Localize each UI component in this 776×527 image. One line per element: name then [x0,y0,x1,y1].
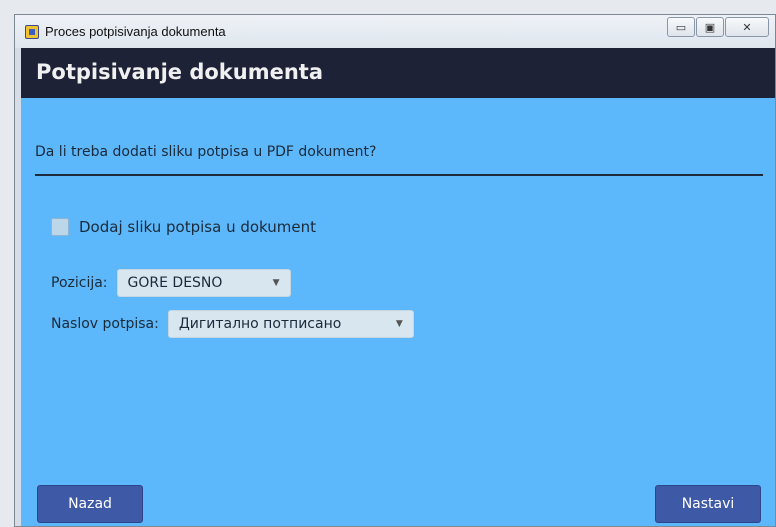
next-button[interactable]: Nastavi [655,485,761,523]
maximize-button[interactable]: ▣ [696,17,724,37]
add-signature-checkbox-row[interactable]: Dodaj sliku potpisa u dokument [51,218,316,236]
question-text: Da li treba dodati sliku potpisa u PDF d… [35,144,377,160]
dialog-window: Proces potpisivanja dokumenta ▭ ▣ ✕ Potp… [14,14,776,527]
signature-title-select[interactable]: Дигитално потписано ▼ [167,310,414,338]
content-panel: Da li treba dodati sliku potpisa u PDF d… [21,98,775,526]
title-bar[interactable]: Proces potpisivanja dokumenta ▭ ▣ ✕ [15,15,775,48]
back-button[interactable]: Nazad [37,485,143,523]
app-icon [25,25,39,39]
position-row: Pozicija: GORE DESNO ▼ [51,269,291,297]
add-signature-label[interactable]: Dodaj sliku potpisa u dokument [79,218,316,236]
chevron-down-icon: ▼ [395,319,403,329]
add-signature-checkbox[interactable] [51,218,69,236]
maximize-icon: ▣ [704,20,716,34]
page-header: Potpisivanje dokumenta [21,48,775,98]
page-title: Potpisivanje dokumenta [36,60,324,84]
close-icon: ✕ [742,20,752,34]
separator-line [35,174,763,176]
window-controls: ▭ ▣ ✕ [666,17,769,39]
window-title: Proces potpisivanja dokumenta [45,24,226,39]
minimize-button[interactable]: ▭ [667,17,695,37]
position-select[interactable]: GORE DESNO ▼ [116,269,291,297]
minimize-icon: ▭ [675,20,687,34]
chevron-down-icon: ▼ [272,278,280,288]
signature-title-label: Naslov potpisa: [51,316,159,332]
position-label: Pozicija: [51,275,108,291]
signature-title-select-value: Дигитално потписано [178,316,342,332]
signature-title-row: Naslov potpisa: Дигитално потписано ▼ [51,310,414,338]
close-button[interactable]: ✕ [725,17,769,37]
position-select-value: GORE DESNO [127,275,223,291]
